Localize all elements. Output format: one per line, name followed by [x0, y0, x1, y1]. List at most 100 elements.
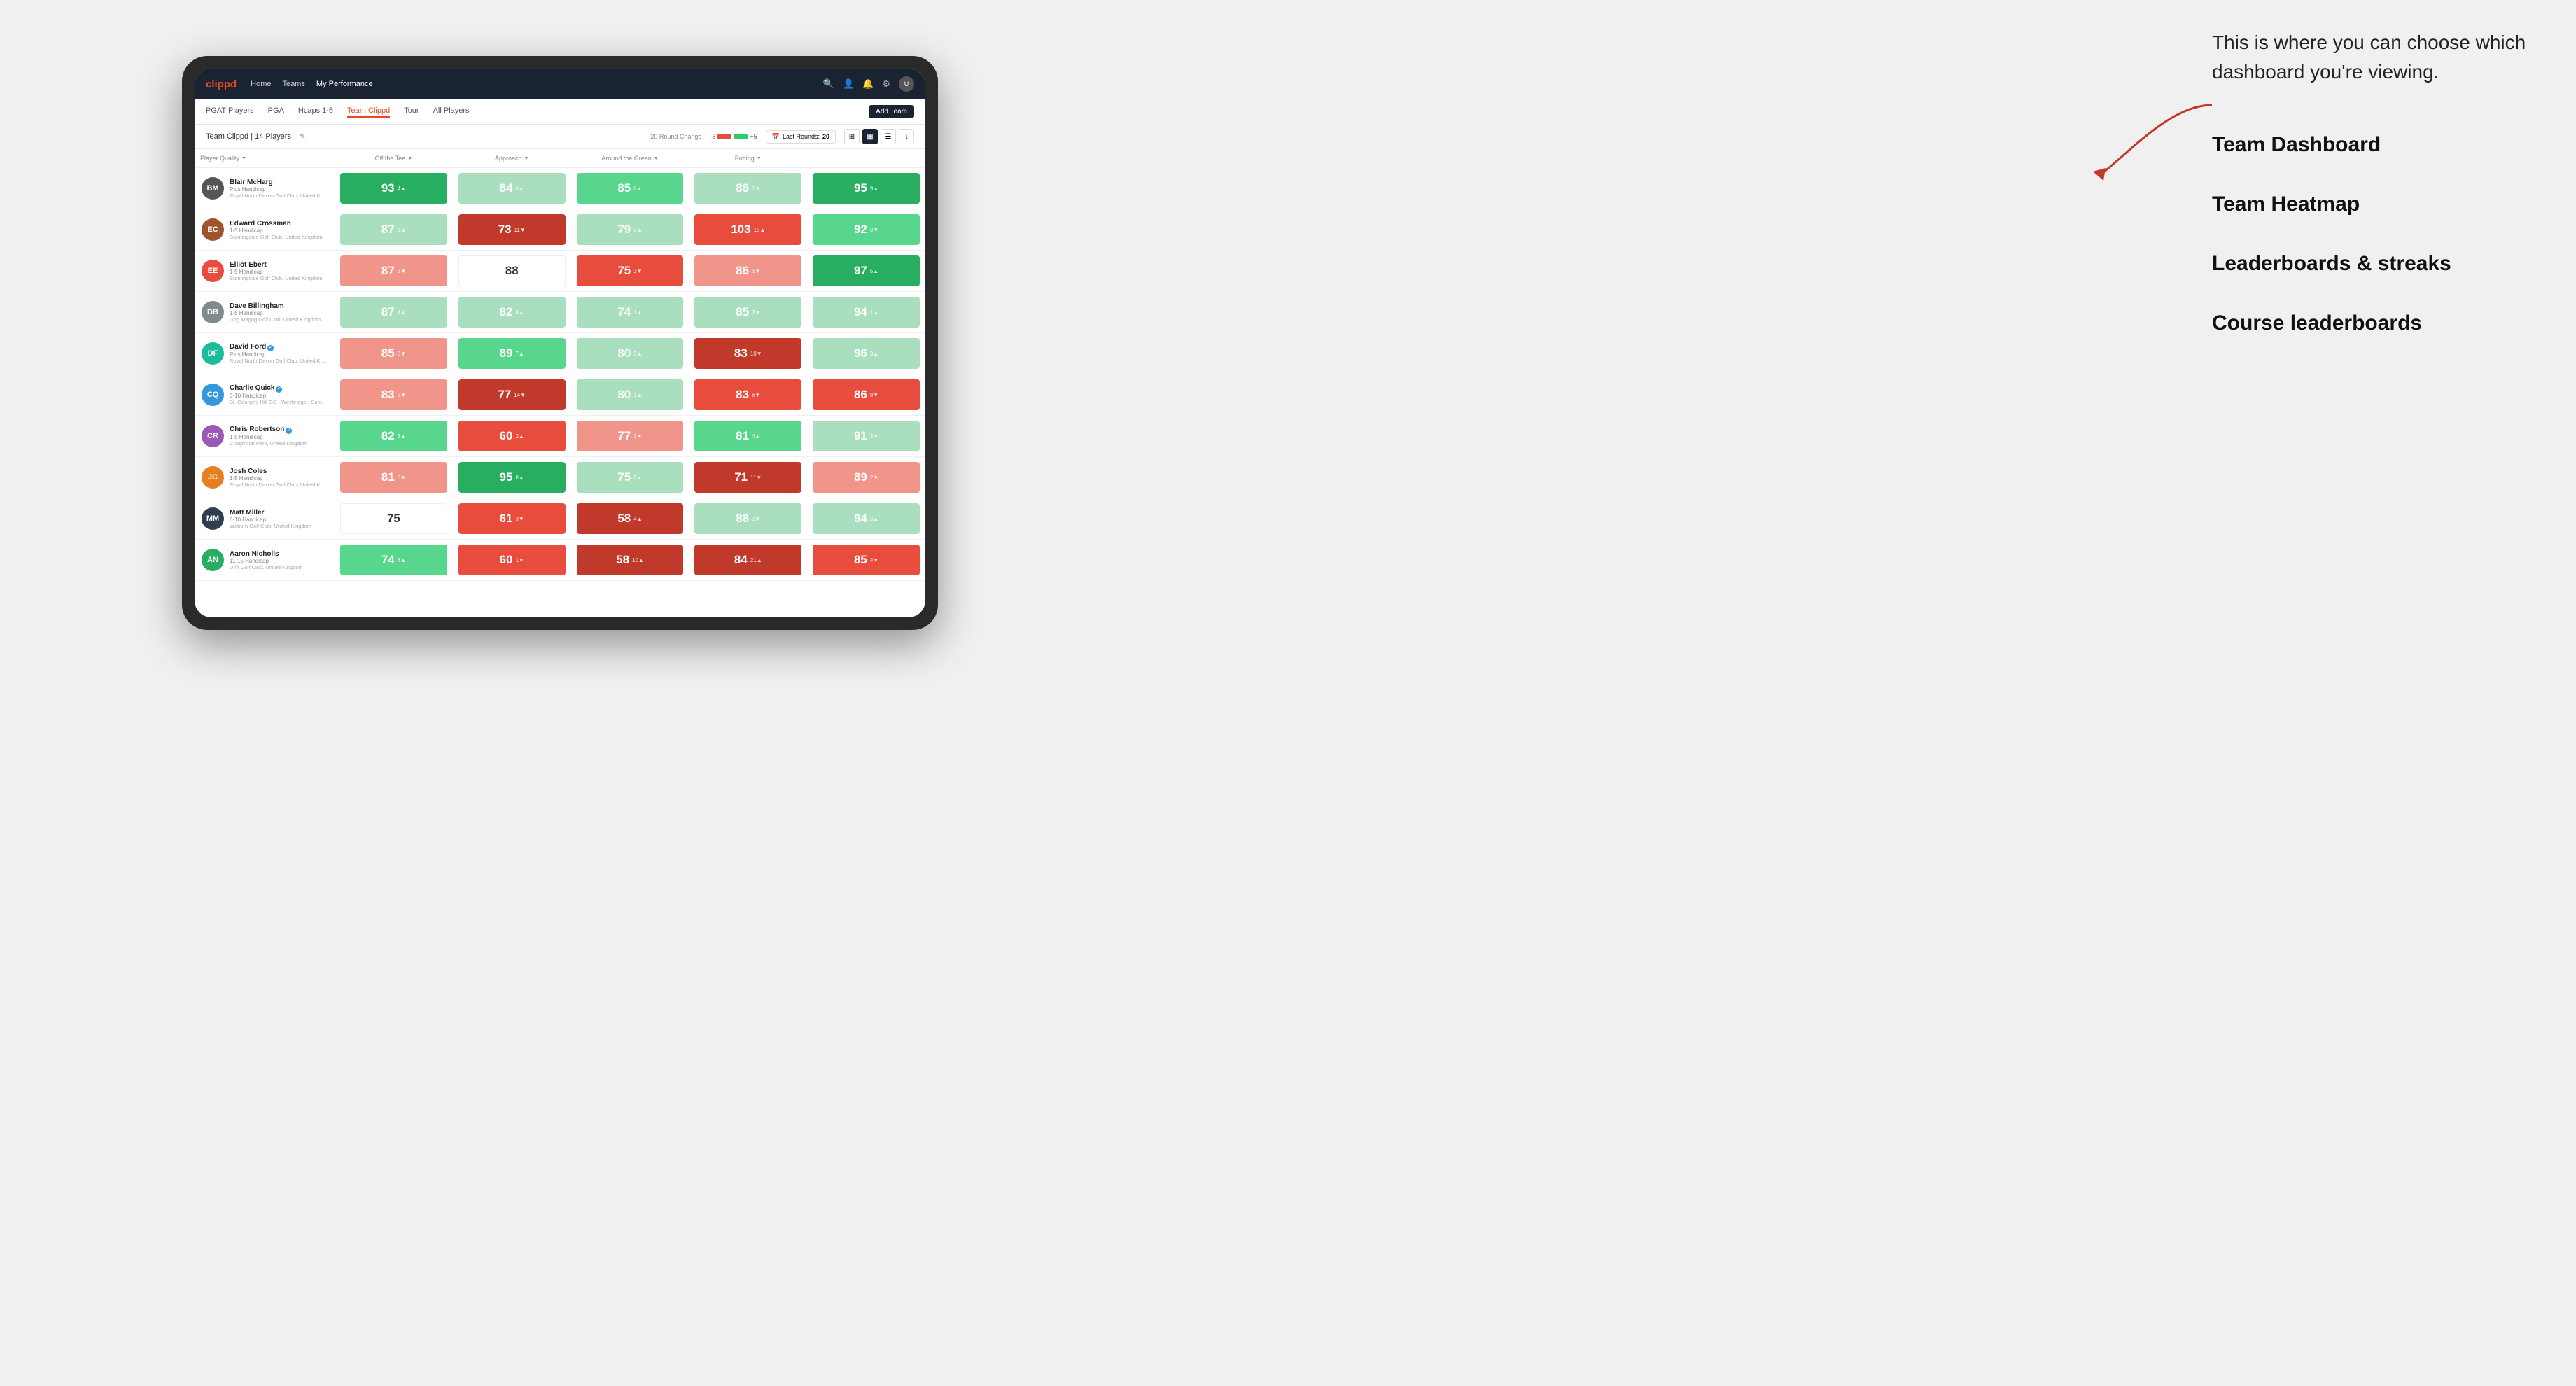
sort-arrow-player-quality[interactable]: ▼	[241, 156, 246, 161]
score-main-7-0: 81	[382, 470, 395, 484]
score-cell-6-3: 814▲	[689, 416, 807, 456]
sub-nav-hcaps[interactable]: Hcaps 1-5	[298, 106, 333, 118]
annotation-area: This is where you can choose which dashb…	[2212, 28, 2548, 367]
sub-nav-pgat[interactable]: PGAT Players	[206, 106, 254, 118]
score-box-6-2: 773▼	[577, 421, 684, 451]
table-row: EEElliot Ebert1-5 HandicapSunningdale Go…	[195, 251, 925, 292]
score-box-4-0: 853▼	[340, 338, 447, 369]
player-cell-4[interactable]: DFDavid Ford✓Plus HandicapRoyal North De…	[195, 333, 335, 374]
score-main-2-2: 75	[617, 264, 631, 278]
nav-link-myperformance[interactable]: My Performance	[316, 80, 373, 88]
score-cell-6-4: 913▼	[807, 416, 925, 456]
score-cell-1-3: 10315▲	[689, 209, 807, 250]
score-cell-4-0: 853▼	[335, 333, 453, 374]
score-box-1-3: 10315▲	[694, 214, 802, 245]
sub-nav-pga[interactable]: PGA	[268, 106, 284, 118]
score-change-9-0: 8▲	[398, 557, 406, 564]
player-cell-9[interactable]: ANAaron Nicholls11-15 HandicapDrift Golf…	[195, 540, 335, 580]
score-box-4-4: 963▲	[813, 338, 920, 369]
player-info-0: Blair McHargPlus HandicapRoyal North Dev…	[230, 178, 328, 199]
user-avatar[interactable]: U	[899, 76, 914, 92]
player-avatar-3: DB	[202, 301, 224, 323]
annotation-arrow-icon	[2086, 98, 2226, 182]
bell-icon[interactable]: 🔔	[862, 78, 874, 90]
player-cell-2[interactable]: EEElliot Ebert1-5 HandicapSunningdale Go…	[195, 251, 335, 291]
settings-icon[interactable]: ⚙	[882, 78, 890, 90]
score-box-3-1: 824▲	[458, 297, 566, 328]
player-info-8: Matt Miller6-10 HandicapWoburn Golf Club…	[230, 509, 328, 529]
score-change-5-2: 1▲	[634, 392, 642, 398]
score-box-7-4: 892▼	[813, 462, 920, 493]
score-cell-0-0: 934▲	[335, 168, 453, 209]
player-info-6: Chris Robertson✓1-5 HandicapCraigmillar …	[230, 426, 328, 447]
score-main-9-3: 84	[734, 553, 748, 567]
verified-icon-5: ✓	[276, 386, 282, 393]
score-change-9-3: 21▲	[750, 557, 762, 564]
table-header: Player Quality ▼ Off the Tee ▼ Approach …	[195, 149, 925, 168]
sub-nav-team-clippd[interactable]: Team Clippd	[347, 106, 390, 118]
player-cell-7[interactable]: JCJosh Coles1-5 HandicapRoyal North Devo…	[195, 457, 335, 498]
nav-link-teams[interactable]: Teams	[283, 80, 305, 88]
neg-change-value: -5	[710, 133, 715, 140]
score-cell-2-1: 88	[453, 251, 571, 291]
score-box-6-0: 823▲	[340, 421, 447, 451]
player-club-8: Woburn Golf Club, United Kingdom	[230, 523, 328, 529]
player-cell-5[interactable]: CQCharlie Quick✓6-10 HandicapSt. George'…	[195, 374, 335, 415]
search-icon[interactable]: 🔍	[823, 78, 834, 90]
th-off-tee-label: Off the Tee	[375, 155, 406, 162]
score-cell-9-0: 748▲	[335, 540, 453, 580]
user-icon[interactable]: 👤	[843, 78, 854, 90]
th-approach-label: Approach	[495, 155, 522, 162]
score-change-3-0: 4▲	[398, 309, 406, 316]
player-name-1: Edward Crossman	[230, 220, 328, 227]
player-handicap-0: Plus Handicap	[230, 186, 328, 192]
score-box-6-4: 913▼	[813, 421, 920, 451]
score-main-2-3: 86	[736, 264, 749, 278]
sub-nav-all-players[interactable]: All Players	[433, 106, 470, 118]
score-main-3-3: 85	[736, 305, 749, 319]
score-change-8-4: 3▲	[870, 516, 878, 522]
player-cell-0[interactable]: BMBlair McHargPlus HandicapRoyal North D…	[195, 168, 335, 209]
score-box-1-4: 923▼	[813, 214, 920, 245]
annotation-intro-text: This is where you can choose which dashb…	[2212, 28, 2548, 87]
score-box-5-4: 868▼	[813, 379, 920, 410]
add-team-button[interactable]: Add Team	[869, 105, 914, 118]
player-club-6: Craigmillar Park, United Kingdom	[230, 440, 328, 447]
player-cell-6[interactable]: CRChris Robertson✓1-5 HandicapCraigmilla…	[195, 416, 335, 456]
sort-arrow-around-green[interactable]: ▼	[654, 156, 659, 161]
score-main-4-4: 96	[854, 346, 867, 360]
player-avatar-8: MM	[202, 507, 224, 530]
sub-nav-tour[interactable]: Tour	[404, 106, 419, 118]
sort-arrow-putting[interactable]: ▼	[757, 156, 762, 161]
score-main-7-3: 71	[734, 470, 748, 484]
score-change-5-1: 14▼	[514, 392, 526, 398]
player-name-4: David Ford✓	[230, 343, 328, 351]
heatmap-view-button[interactable]: ▦	[862, 129, 878, 144]
score-cell-9-2: 5810▲	[571, 540, 690, 580]
list-view-button[interactable]: ☰	[881, 129, 896, 144]
player-cell-8[interactable]: MM Matt Miller6-10 HandicapWoburn Golf Cl…	[195, 498, 335, 539]
score-change-3-1: 4▲	[515, 309, 524, 316]
grid-view-button[interactable]: ⊞	[844, 129, 860, 144]
score-cell-7-2: 752▲	[571, 457, 690, 498]
player-cell-3[interactable]: DBDave Billingham1-5 HandicapGog Magog G…	[195, 292, 335, 332]
sort-arrow-approach[interactable]: ▼	[524, 156, 528, 161]
player-club-3: Gog Magog Golf Club, United Kingdom	[230, 316, 328, 323]
pos-change-value: +5	[750, 133, 757, 140]
last-rounds-button[interactable]: 📅 Last Rounds: 20	[766, 130, 836, 144]
edit-icon[interactable]: ✎	[300, 133, 305, 141]
sort-arrow-off-tee[interactable]: ▼	[407, 156, 412, 161]
nav-link-home[interactable]: Home	[251, 80, 271, 88]
score-box-5-1: 7714▼	[458, 379, 566, 410]
download-button[interactable]: ↓	[899, 129, 914, 144]
score-box-9-2: 5810▲	[577, 545, 684, 575]
score-main-6-4: 91	[854, 429, 867, 443]
score-change-1-1: 11▼	[514, 227, 526, 233]
player-club-0: Royal North Devon Golf Club, United King…	[230, 192, 328, 199]
score-main-3-2: 74	[617, 305, 631, 319]
player-cell-1[interactable]: ECEdward Crossman1-5 HandicapSunningdale…	[195, 209, 335, 250]
score-cell-8-3: 882▼	[689, 498, 807, 539]
th-approach: Approach ▼	[453, 152, 571, 164]
score-cell-5-0: 833▼	[335, 374, 453, 415]
verified-icon-6: ✓	[286, 428, 292, 434]
